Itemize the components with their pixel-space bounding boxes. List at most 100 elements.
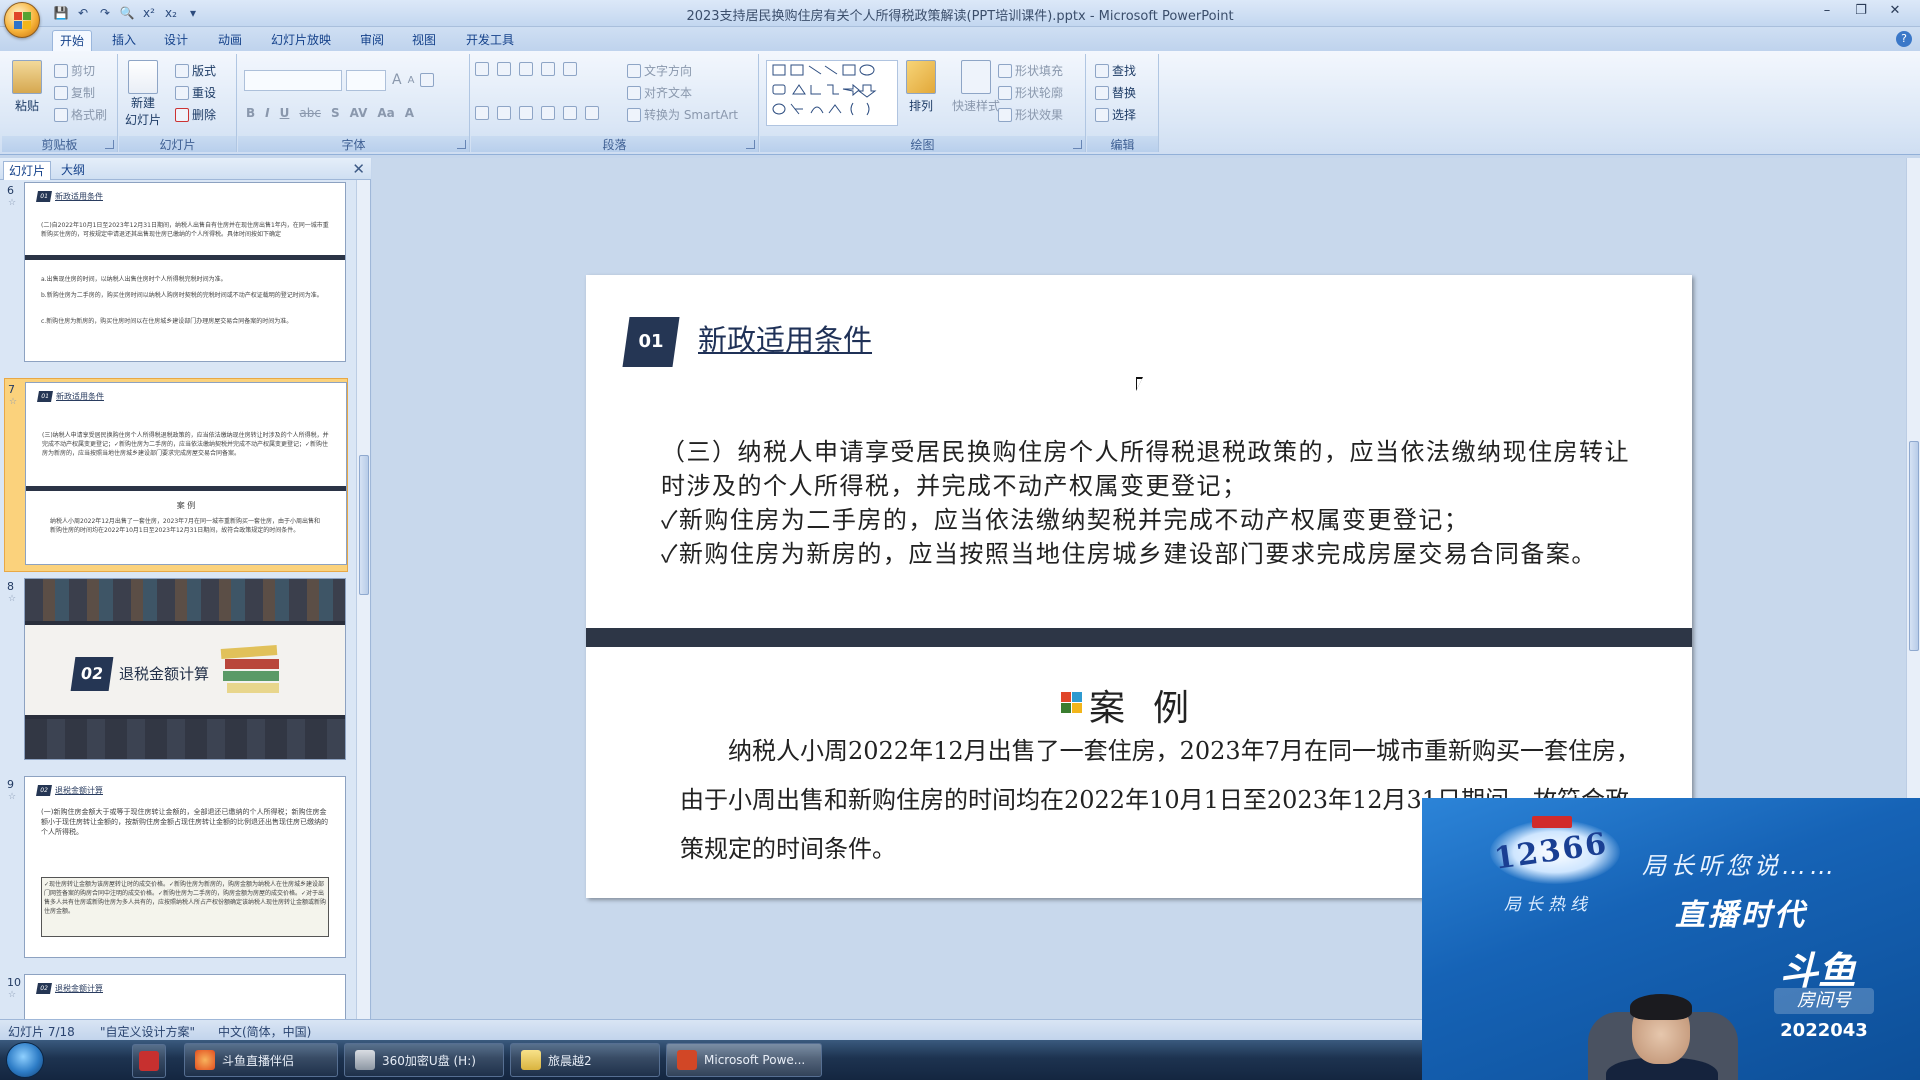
slide-thumbnail[interactable]: 8 ☆ 02 退税金额计算 [4,576,348,770]
minimize-button[interactable]: – [1810,2,1844,22]
delete-slide-button[interactable]: 删除 [175,106,216,123]
quick-styles-icon [961,60,991,94]
distributed-icon[interactable] [563,106,577,120]
language-indicator[interactable]: 中文(简体，中国) [218,1023,311,1040]
office-button[interactable] [4,2,40,38]
numbering-icon[interactable] [497,62,511,76]
align-right-icon[interactable] [519,106,533,120]
copy-button[interactable]: 复制 [54,84,95,101]
shapes-gallery[interactable] [766,60,898,126]
tab-home[interactable]: 开始 [52,30,92,51]
underline-button[interactable]: U [280,106,290,120]
reset-icon [175,85,189,100]
layout-button[interactable]: 版式 [175,62,216,79]
slide-body[interactable]: （三）纳税人申请享受居民换购住房个人所得税退税政策的，应当依法缴纳现住房转让时涉… [661,435,1636,571]
taskbar-douyu-companion[interactable]: 斗鱼直播伴侣 [184,1043,338,1077]
effects-icon [998,107,1012,122]
restore-button[interactable]: ❐ [1844,2,1878,22]
tab-insert[interactable]: 插入 [104,30,144,51]
font-name-box[interactable] [244,70,342,91]
decrease-indent-icon[interactable] [519,62,533,76]
text-direction-button[interactable]: 文字方向 [627,62,692,79]
close-panel-icon[interactable]: ✕ [352,160,365,178]
new-slide-button[interactable]: 新建 幻灯片 [125,60,161,128]
quick-styles-button[interactable]: 快速样式 [952,60,1000,114]
douyu-brand: 斗鱼 [1780,949,1857,993]
align-center-icon[interactable] [497,106,511,120]
scrollbar-thumb[interactable] [359,455,369,595]
slide-thumbnail[interactable]: 10 ☆ 02 退税金额计算 [4,972,348,1019]
align-left-icon[interactable] [475,106,489,120]
reset-button[interactable]: 重设 [175,84,216,101]
tab-design[interactable]: 设计 [156,30,196,51]
dialog-launcher-icon[interactable] [457,140,466,149]
italic-button[interactable]: I [265,106,269,120]
cut-button[interactable]: 剪切 [54,62,95,79]
line-spacing-icon[interactable] [563,62,577,76]
section-number: 01 [638,331,664,352]
tab-review[interactable]: 审阅 [352,30,392,51]
shape-outline-button[interactable]: 形状轮廓 [998,84,1063,101]
douyu-icon [195,1050,215,1070]
room-label: 房间号 [1774,988,1874,1014]
list-controls [475,62,577,76]
window-title: 2023支持居民换购住房有关个人所得税政策解读(PPT培训课件).pptx - … [686,9,1234,24]
shape-effects-button[interactable]: 形状效果 [998,106,1063,123]
font-color-button[interactable]: A [405,106,414,120]
select-button[interactable]: 选择 [1095,106,1136,123]
slide-thumbnail[interactable]: 6 ☆ 01 新政适用条件 (二)自2022年10月1日至2023年12月31日期… [4,180,348,374]
slide-thumbnail-selected[interactable]: 7 ☆ 01 新政适用条件 (三)纳税人申请享受居民换购住房个人所得税退税政策的，… [4,378,348,572]
grow-font-button[interactable]: A [392,72,402,88]
scrollbar-thumb[interactable] [1909,441,1919,651]
strikethrough-button[interactable]: abc [299,106,321,120]
help-icon[interactable]: ? [1896,31,1912,47]
shape-fill-button[interactable]: 形状填充 [998,62,1063,79]
clear-format-icon[interactable] [420,73,435,87]
thumb-badge: 01 [36,191,52,202]
paste-button[interactable]: 粘贴 [12,60,42,114]
format-painter-button[interactable]: 格式刷 [54,106,107,123]
replace-button[interactable]: 替换 [1095,84,1136,101]
case-title[interactable]: 案例 [1089,679,1217,731]
app-icon [139,1051,159,1071]
columns-icon[interactable] [585,106,599,120]
close-button[interactable]: ✕ [1878,2,1912,22]
thumb-badge: 02 [70,657,114,691]
tab-slideshow[interactable]: 幻灯片放映 [262,30,340,51]
bold-button[interactable]: B [246,106,255,120]
taskbar-usb-drive[interactable]: 360加密U盘 (H:) [344,1043,504,1077]
bottom-texture [25,719,345,759]
tab-slides[interactable]: 幻灯片 [3,161,52,180]
tab-outline[interactable]: 大纲 [56,161,90,180]
shrink-font-button[interactable]: A [408,75,415,86]
thumb-header: 02 退税金额计算 [36,983,103,994]
font-size-box[interactable] [346,70,386,91]
smartart-button[interactable]: 转换为 SmartArt [627,106,738,123]
bullets-icon[interactable] [475,62,489,76]
tab-animations[interactable]: 动画 [210,30,250,51]
thumb-title: 退税金额计算 [55,786,103,795]
tab-view[interactable]: 视图 [404,30,444,51]
taskbar-folder[interactable]: 旅晨越2 [510,1043,660,1077]
shadow-button[interactable]: S [331,106,340,120]
taskbar-pin-app[interactable] [132,1044,166,1078]
taskbar-powerpoint[interactable]: Microsoft Powe... [666,1043,822,1077]
dialog-launcher-icon[interactable] [105,140,114,149]
find-icon [1095,63,1109,78]
thumbnails-scrollbar[interactable] [356,180,370,1019]
arrange-button[interactable]: 排列 [906,60,936,114]
char-spacing-button[interactable]: AV [350,106,368,120]
find-button[interactable]: 查找 [1095,62,1136,79]
increase-indent-icon[interactable] [541,62,555,76]
align-text-button[interactable]: 对齐文本 [627,84,692,101]
justify-icon[interactable] [541,106,555,120]
dialog-launcher-icon[interactable] [1073,140,1082,149]
slide-thumbnail[interactable]: 9 ☆ 02 退税金额计算 (一)新购住房金额大于或等于现住房转让金额的，全部退还… [4,774,348,968]
start-button[interactable] [6,1042,44,1078]
dialog-launcher-icon[interactable] [746,140,755,149]
change-case-button[interactable]: Aa [377,106,394,120]
thumb-badge: 02 [36,785,52,796]
slide-title[interactable]: 新政适用条件 [698,317,872,359]
tab-developer[interactable]: 开发工具 [458,30,522,51]
copy-icon [54,85,68,100]
